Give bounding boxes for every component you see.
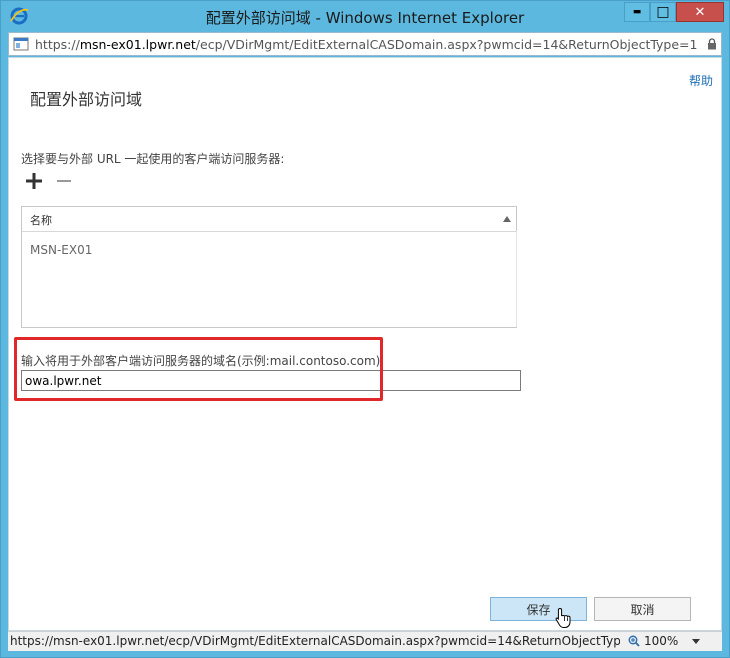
sort-ascending-icon[interactable]: [503, 216, 511, 222]
status-url: https://msn-ex01.lpwr.net/ecp/VDirMgmt/E…: [10, 634, 620, 648]
domain-field-label: 输入将用于外部客户端访问服务器的域名(示例:mail.contoso.com):: [21, 354, 385, 368]
hand-cursor-icon: [555, 607, 571, 628]
lock-icon: [708, 38, 716, 50]
dialog-content: 帮助 配置外部访问域 选择要与外部 URL 一起使用的客户端访问服务器: 名称 …: [8, 57, 722, 631]
browser-window: 配置外部访问域 - Windows Internet Explorer ▬ □ …: [0, 0, 730, 658]
close-button[interactable]: ✕: [676, 2, 724, 22]
servers-list[interactable]: 名称 MSN-EX01: [21, 206, 517, 328]
maximize-button[interactable]: □: [650, 2, 676, 22]
chevron-down-icon[interactable]: [692, 639, 700, 644]
maximize-icon: □: [656, 4, 670, 20]
cancel-button[interactable]: 取消: [594, 597, 691, 621]
highlight-box: [14, 337, 383, 401]
address-url[interactable]: https://msn-ex01.lpwr.net/ecp/VDirMgmt/E…: [35, 37, 697, 52]
domain-input[interactable]: [21, 370, 521, 391]
page-title: 配置外部访问域: [30, 90, 143, 109]
list-header[interactable]: 名称: [22, 207, 516, 232]
url-host: msn-ex01.lpwr.net: [79, 37, 196, 52]
list-item[interactable]: MSN-EX01: [30, 243, 92, 257]
minimize-button[interactable]: ▬: [624, 2, 650, 22]
url-prefix: https://: [35, 37, 80, 52]
remove-icon[interactable]: [56, 172, 72, 190]
help-link[interactable]: 帮助: [689, 72, 713, 89]
zoom-icon[interactable]: [628, 635, 640, 647]
add-icon[interactable]: [25, 172, 43, 190]
minimize-icon: ▬: [632, 7, 642, 17]
page-icon: [13, 37, 29, 51]
select-servers-label: 选择要与外部 URL 一起使用的客户端访问服务器:: [21, 152, 285, 166]
zoom-level[interactable]: 100%: [644, 634, 678, 648]
url-path: /ecp/VDirMgmt/EditExternalCASDomain.aspx…: [195, 37, 698, 52]
status-bar: https://msn-ex01.lpwr.net/ecp/VDirMgmt/E…: [8, 631, 722, 651]
title-bar[interactable]: 配置外部访问域 - Windows Internet Explorer ▬ □ …: [1, 1, 729, 31]
close-icon: ✕: [694, 4, 706, 20]
column-header-name[interactable]: 名称: [30, 212, 52, 228]
list-scroll-divider: [516, 231, 517, 327]
window-title: 配置外部访问域 - Windows Internet Explorer: [205, 9, 525, 27]
address-bar[interactable]: https://msn-ex01.lpwr.net/ecp/VDirMgmt/E…: [8, 32, 722, 56]
